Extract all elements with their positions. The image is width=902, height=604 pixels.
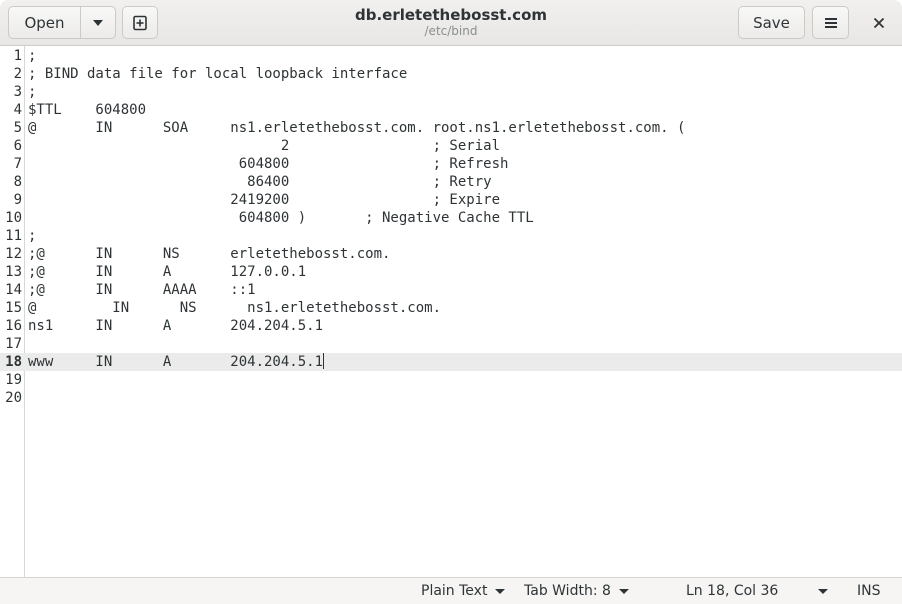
line-number: 14 [5,282,22,298]
close-window-button[interactable] [862,6,895,39]
line-text[interactable]: 604800 ; Refresh [28,155,509,173]
line-number: 9 [13,192,22,208]
line-text[interactable]: ;@ IN AAAA ::1 [28,281,256,299]
editor-line[interactable]: 10 604800 ) ; Negative Cache TTL [0,209,902,227]
line-number: 7 [13,156,22,172]
editor-line[interactable]: 1; [0,47,902,65]
line-text[interactable]: $TTL 604800 [28,101,146,119]
line-number: 3 [13,84,22,100]
editor-line[interactable]: 2 ; BIND data file for local loopback int… [0,65,902,83]
window-title: db.erletethebosst.com [354,6,548,24]
text-cursor [323,353,325,369]
line-text[interactable]: ; [28,227,36,245]
editor-line[interactable]: 20 [0,389,902,407]
chevron-down-icon [495,588,506,594]
line-number: 10 [5,210,22,226]
line-text[interactable]: ; [28,47,36,65]
line-text[interactable]: @ IN SOA ns1.erletethebosst.com. root.ns… [28,119,685,137]
cursor-position-selector[interactable]: Ln 18, Col 36 [686,582,829,600]
main-menu-button[interactable] [812,6,849,39]
editor-line[interactable]: 16 ns1 IN A 204.204.5.1 [0,317,902,335]
line-number: 19 [5,372,22,388]
editor-line[interactable]: 12 ;@ IN NS erletethebosst.com. [0,245,902,263]
line-number: 8 [13,174,22,190]
line-text[interactable]: ;@ IN NS erletethebosst.com. [28,245,390,263]
save-button-label: Save [753,13,790,32]
chevron-down-icon [818,588,829,594]
editor-line[interactable]: 17 [0,335,902,353]
title-block: db.erletethebosst.com /etc/bind [300,6,602,39]
line-number: 4 [13,102,22,118]
editor-line[interactable]: 7 604800 ; Refresh [0,155,902,173]
editor-line[interactable]: 6 2 ; Serial [0,137,902,155]
line-text[interactable]: www IN A 204.204.5.1 [28,353,325,371]
recent-files-dropdown-button[interactable] [80,6,116,39]
editor-line[interactable]: 11; [0,227,902,245]
line-text[interactable]: ns1 IN A 204.204.5.1 [28,317,323,335]
line-text[interactable]: ; [28,83,36,101]
line-text[interactable]: 2 ; Serial [28,137,500,155]
text-editor-window: Open db.erletethebosst.com /etc/bind Sav… [0,0,902,604]
editor-line[interactable]: 5 @ IN SOA ns1.erletethebosst.com. root.n… [0,119,902,137]
line-text[interactable]: ;@ IN A 127.0.0.1 [28,263,306,281]
line-number: 12 [5,246,22,262]
line-text[interactable]: 86400 ; Retry [28,173,491,191]
line-number: 16 [5,318,22,334]
line-number: 5 [13,120,22,136]
line-text[interactable]: ; BIND data file for local loopback inte… [28,65,407,83]
tab-width-label: Tab Width: 8 [524,583,611,599]
editor-line[interactable]: 13 ;@ IN A 127.0.0.1 [0,263,902,281]
new-tab-button[interactable] [122,6,158,39]
open-button[interactable]: Open [8,6,81,39]
line-number: 17 [5,336,22,352]
line-number: 13 [5,264,22,280]
close-icon [873,17,884,28]
line-number: 11 [5,228,22,244]
line-number: 15 [5,300,22,316]
line-text[interactable]: @ IN NS ns1.erletethebosst.com. [28,299,441,317]
chevron-down-icon [618,588,629,594]
line-number: 6 [13,138,22,154]
language-label: Plain Text [421,583,488,599]
new-document-icon [133,15,147,30]
editor-line[interactable]: 15 @ IN NS ns1.erletethebosst.com. [0,299,902,317]
header-bar: Open db.erletethebosst.com /etc/bind Sav… [0,0,902,46]
editor-line[interactable]: 3; [0,83,902,101]
line-text[interactable]: 2419200 ; Expire [28,191,500,209]
cursor-position-label: Ln 18, Col 36 [686,583,779,599]
status-bar: Plain Text Tab Width: 8 Ln 18, Col 36 IN… [0,577,902,604]
window-subtitle: /etc/bind [424,24,478,38]
editor-line[interactable]: 19 [0,371,902,389]
editor-line[interactable]: 18 www IN A 204.204.5.1 [0,353,902,371]
line-number: 2 [13,66,22,82]
editor-line[interactable]: 14 ;@ IN AAAA ::1 [0,281,902,299]
chevron-down-icon [93,19,103,26]
insert-mode-indicator[interactable]: INS [857,582,881,600]
save-button[interactable]: Save [738,6,805,39]
line-number: 18 [5,354,22,370]
editor-line[interactable]: 8 86400 ; Retry [0,173,902,191]
line-number: 20 [5,390,22,406]
editor-line[interactable]: 9 2419200 ; Expire [0,191,902,209]
editor-line[interactable]: 4 $TTL 604800 [0,101,902,119]
line-number: 1 [13,48,22,64]
text-editor-area[interactable]: 1; 2; BIND data file for local loopback i… [0,46,902,577]
language-selector[interactable]: Plain Text [421,582,506,600]
hamburger-menu-icon [824,17,837,28]
line-text[interactable]: 604800 ) ; Negative Cache TTL [28,209,534,227]
insert-mode-label: INS [857,583,881,599]
tab-width-selector[interactable]: Tab Width: 8 [524,582,629,600]
open-button-label: Open [24,13,65,32]
